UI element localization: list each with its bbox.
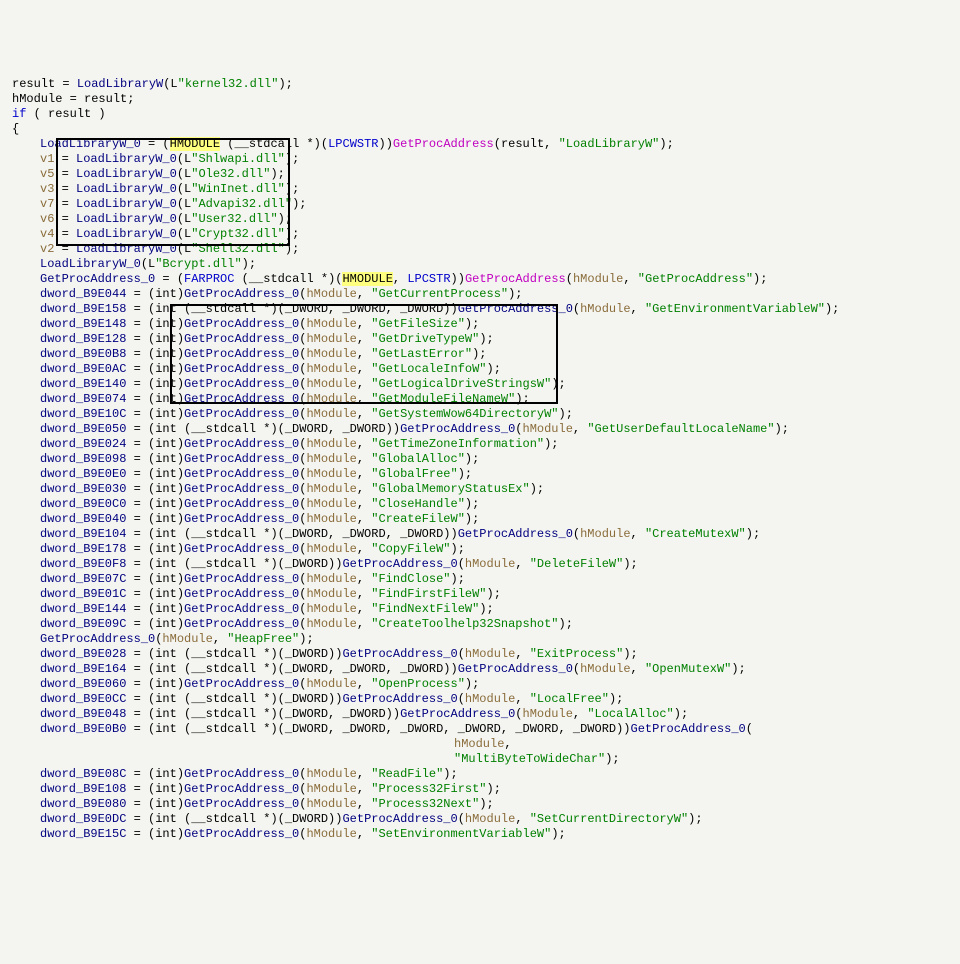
line-dword_B9E158: dword_B9E158 = (int (__stdcall *)(_DWORD… <box>4 302 956 317</box>
line-dword_B9E148: dword_B9E148 = (int)GetProcAddress_0(hMo… <box>4 317 956 332</box>
line-dword_B9E044: dword_B9E044 = (int)GetProcAddress_0(hMo… <box>4 287 956 302</box>
line-dword_B9E108: dword_B9E108 = (int)GetProcAddress_0(hMo… <box>4 782 956 797</box>
line-mb-arg2: "MultiByteToWideChar"); <box>4 752 956 767</box>
line-dword_B9E098: dword_B9E098 = (int)GetProcAddress_0(hMo… <box>4 452 956 467</box>
line-dword_B9E028: dword_B9E028 = (int (__stdcall *)(_DWORD… <box>4 647 956 662</box>
line-dword_B9E128: dword_B9E128 = (int)GetProcAddress_0(hMo… <box>4 332 956 347</box>
line-dword_B9E0B0: dword_B9E0B0 = (int (__stdcall *)(_DWORD… <box>4 722 956 737</box>
line-loadlib-6: v2 = LoadLibraryW_0(L"Shell32.dll"); <box>4 242 956 257</box>
line-loadlib-5: v4 = LoadLibraryW_0(L"Crypt32.dll"); <box>4 227 956 242</box>
line-dword_B9E08C: dword_B9E08C = (int)GetProcAddress_0(hMo… <box>4 767 956 782</box>
line-dword_B9E15C: dword_B9E15C = (int)GetProcAddress_0(hMo… <box>4 827 956 842</box>
line-dword_B9E024: dword_B9E024 = (int)GetProcAddress_0(hMo… <box>4 437 956 452</box>
line-dword_B9E01C: dword_B9E01C = (int)GetProcAddress_0(hMo… <box>4 587 956 602</box>
line-loadlib-0: v1 = LoadLibraryW_0(L"Shlwapi.dll"); <box>4 152 956 167</box>
line-dword_B9E164: dword_B9E164 = (int (__stdcall *)(_DWORD… <box>4 662 956 677</box>
line-heapfree: GetProcAddress_0(hModule, "HeapFree"); <box>4 632 956 647</box>
line-dword_B9E030: dword_B9E030 = (int)GetProcAddress_0(hMo… <box>4 482 956 497</box>
line-loadlib-4: v6 = LoadLibraryW_0(L"User32.dll"); <box>4 212 956 227</box>
line-dword_B9E140: dword_B9E140 = (int)GetProcAddress_0(hMo… <box>4 377 956 392</box>
code-line: if ( result ) <box>4 107 956 122</box>
line-loadlib-1: v5 = LoadLibraryW_0(L"Ole32.dll"); <box>4 167 956 182</box>
line-assign-loadlibraryw0: LoadLibraryW_0 = (HMODULE (__stdcall *)(… <box>4 137 956 152</box>
line-dword_B9E0DC: dword_B9E0DC = (int (__stdcall *)(_DWORD… <box>4 812 956 827</box>
line-dword_B9E040: dword_B9E040 = (int)GetProcAddress_0(hMo… <box>4 512 956 527</box>
line-dword_B9E050: dword_B9E050 = (int (__stdcall *)(_DWORD… <box>4 422 956 437</box>
code-line: { <box>4 122 956 137</box>
line-loadlib-3: v7 = LoadLibraryW_0(L"Advapi32.dll"); <box>4 197 956 212</box>
line-loadlibrary-kernel32: result = LoadLibraryW(L"kernel32.dll"); <box>4 77 956 92</box>
line-dword_B9E080: dword_B9E080 = (int)GetProcAddress_0(hMo… <box>4 797 956 812</box>
code-line: hModule = result; <box>4 92 956 107</box>
line-dword_B9E178: dword_B9E178 = (int)GetProcAddress_0(hMo… <box>4 542 956 557</box>
line-dword_B9E0AC: dword_B9E0AC = (int)GetProcAddress_0(hMo… <box>4 362 956 377</box>
line-dword_B9E0B8: dword_B9E0B8 = (int)GetProcAddress_0(hMo… <box>4 347 956 362</box>
line-dword_B9E0E0: dword_B9E0E0 = (int)GetProcAddress_0(hMo… <box>4 467 956 482</box>
line-loadlib-bcrypt: LoadLibraryW_0(L"Bcrypt.dll"); <box>4 257 956 272</box>
line-dword_B9E0C0: dword_B9E0C0 = (int)GetProcAddress_0(hMo… <box>4 497 956 512</box>
line-dword_B9E0CC: dword_B9E0CC = (int (__stdcall *)(_DWORD… <box>4 692 956 707</box>
line-dword_B9E09C: dword_B9E09C = (int)GetProcAddress_0(hMo… <box>4 617 956 632</box>
line-dword_B9E10C: dword_B9E10C = (int)GetProcAddress_0(hMo… <box>4 407 956 422</box>
line-mb-arg1: hModule, <box>4 737 956 752</box>
line-dword_B9E104: dword_B9E104 = (int (__stdcall *)(_DWORD… <box>4 527 956 542</box>
line-dword_B9E074: dword_B9E074 = (int)GetProcAddress_0(hMo… <box>4 392 956 407</box>
decompiled-code[interactable]: result = LoadLibraryW(L"kernel32.dll");h… <box>4 77 956 842</box>
line-assign-getprocaddress0: GetProcAddress_0 = (FARPROC (__stdcall *… <box>4 272 956 287</box>
line-dword_B9E07C: dword_B9E07C = (int)GetProcAddress_0(hMo… <box>4 572 956 587</box>
line-dword_B9E0F8: dword_B9E0F8 = (int (__stdcall *)(_DWORD… <box>4 557 956 572</box>
code-viewport: result = LoadLibraryW(L"kernel32.dll");h… <box>4 62 956 887</box>
line-dword_B9E048: dword_B9E048 = (int (__stdcall *)(_DWORD… <box>4 707 956 722</box>
line-dword_B9E144: dword_B9E144 = (int)GetProcAddress_0(hMo… <box>4 602 956 617</box>
line-loadlib-2: v3 = LoadLibraryW_0(L"WinInet.dll"); <box>4 182 956 197</box>
line-dword_B9E060: dword_B9E060 = (int)GetProcAddress_0(hMo… <box>4 677 956 692</box>
